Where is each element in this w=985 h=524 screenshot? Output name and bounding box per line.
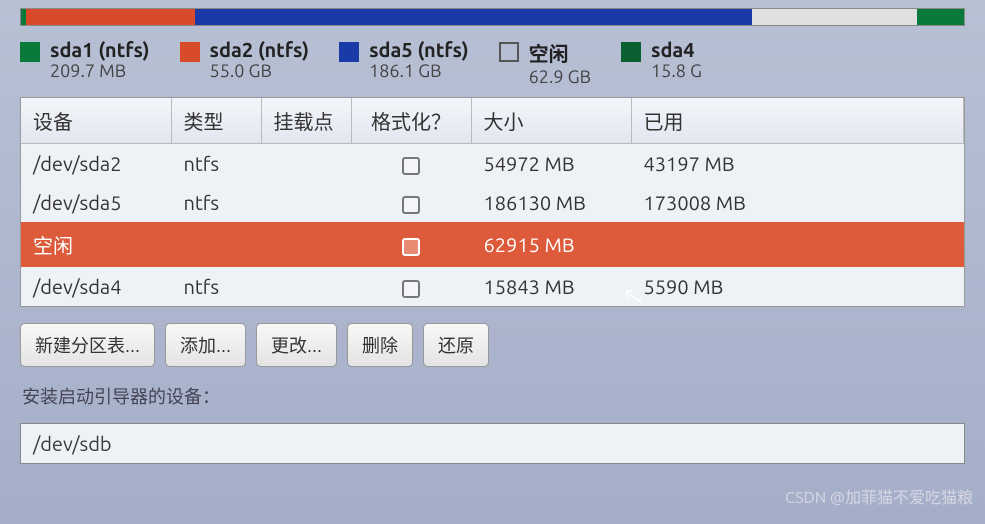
bar-segment-sda2 [26,9,196,25]
legend-name: sda4 [651,38,702,61]
cell-format [351,144,471,184]
legend-swatch-icon [621,42,641,62]
header-device[interactable]: 设备 [21,98,171,144]
change-button[interactable]: 更改... [256,323,337,367]
legend-item: sda2 (ntfs)55.0 GB [180,38,310,81]
cell-device: 空闲 [21,222,171,267]
legend-name: 空闲 [529,38,591,67]
watermark-text: CSDN @加菲猫不爱吃猫粮 [785,484,973,508]
legend-text: sda415.8 G [651,38,702,81]
format-checkbox[interactable] [402,238,420,256]
revert-button[interactable]: 还原 [423,323,489,367]
legend-item: 空闲62.9 GB [499,38,591,87]
cell-size: 15843 MB [471,267,631,306]
legend-size: 62.9 GB [529,67,591,87]
table-row[interactable]: 空闲 62915 MB [21,222,964,267]
cell-size: 62915 MB [471,222,631,267]
cell-used: 5590 MB [631,267,964,306]
cell-mount [261,222,351,267]
cell-mount [261,267,351,306]
cell-device: /dev/sda2 [21,144,171,184]
partition-legend: sda1 (ntfs)209.7 MBsda2 (ntfs)55.0 GBsda… [0,34,985,97]
boot-device-select[interactable]: /dev/sdb [20,423,965,464]
partition-usage-bar [20,8,965,26]
legend-text: sda5 (ntfs)186.1 GB [369,38,469,81]
legend-text: sda2 (ntfs)55.0 GB [210,38,310,81]
legend-name: sda5 (ntfs) [369,38,469,61]
table-row[interactable]: /dev/sda2ntfs 54972 MB43197 MB [21,144,964,184]
new-partition-table-button[interactable]: 新建分区表... [20,323,155,367]
cell-type: ntfs [171,267,261,306]
cell-format [351,267,471,306]
cell-mount [261,183,351,222]
cell-size: 54972 MB [471,144,631,184]
legend-item: sda415.8 G [621,38,702,81]
header-mount[interactable]: 挂载点 [261,98,351,144]
cell-used: 43197 MB [631,144,964,184]
table-row[interactable]: /dev/sda5ntfs 186130 MB173008 MB [21,183,964,222]
cell-mount [261,144,351,184]
boot-device-value: /dev/sdb [33,432,112,455]
boot-device-label: 安装启动引导器的设备： [0,375,985,417]
legend-swatch-icon [499,42,519,62]
cell-used: 173008 MB [631,183,964,222]
legend-size: 55.0 GB [210,61,310,81]
bar-segment-free [752,9,917,25]
delete-button[interactable]: 删除 [347,323,413,367]
legend-text: sda1 (ntfs)209.7 MB [50,38,150,81]
legend-name: sda2 (ntfs) [210,38,310,61]
legend-name: sda1 (ntfs) [50,38,150,61]
cell-size: 186130 MB [471,183,631,222]
bar-segment-sda5 [195,9,751,25]
partition-table: 设备 类型 挂载点 格式化？ 大小 已用 /dev/sda2ntfs54972 … [20,97,965,307]
cell-device: /dev/sda5 [21,183,171,222]
format-checkbox[interactable] [402,157,420,175]
format-checkbox[interactable] [402,280,420,298]
legend-swatch-icon [20,42,40,62]
add-button[interactable]: 添加... [165,323,246,367]
legend-text: 空闲62.9 GB [529,38,591,87]
header-size[interactable]: 大小 [471,98,631,144]
header-used[interactable]: 已用 [631,98,964,144]
cell-type [171,222,261,267]
legend-size: 209.7 MB [50,61,150,81]
legend-swatch-icon [339,42,359,62]
cell-type: ntfs [171,183,261,222]
legend-swatch-icon [180,42,200,62]
legend-size: 186.1 GB [369,61,469,81]
bar-segment-sda4 [917,9,964,25]
cell-format [351,222,471,267]
format-checkbox[interactable] [402,196,420,214]
table-header-row: 设备 类型 挂载点 格式化？ 大小 已用 [21,98,964,144]
legend-size: 15.8 G [651,61,702,81]
table-row[interactable]: /dev/sda4ntfs 15843 MB5590 MB [21,267,964,306]
header-format[interactable]: 格式化？ [351,98,471,144]
cell-type: ntfs [171,144,261,184]
header-type[interactable]: 类型 [171,98,261,144]
cell-device: /dev/sda4 [21,267,171,306]
legend-item: sda5 (ntfs)186.1 GB [339,38,469,81]
action-buttons: 新建分区表... 添加... 更改... 删除 还原 [0,307,985,375]
legend-item: sda1 (ntfs)209.7 MB [20,38,150,81]
cell-format [351,183,471,222]
cell-used [631,222,964,267]
